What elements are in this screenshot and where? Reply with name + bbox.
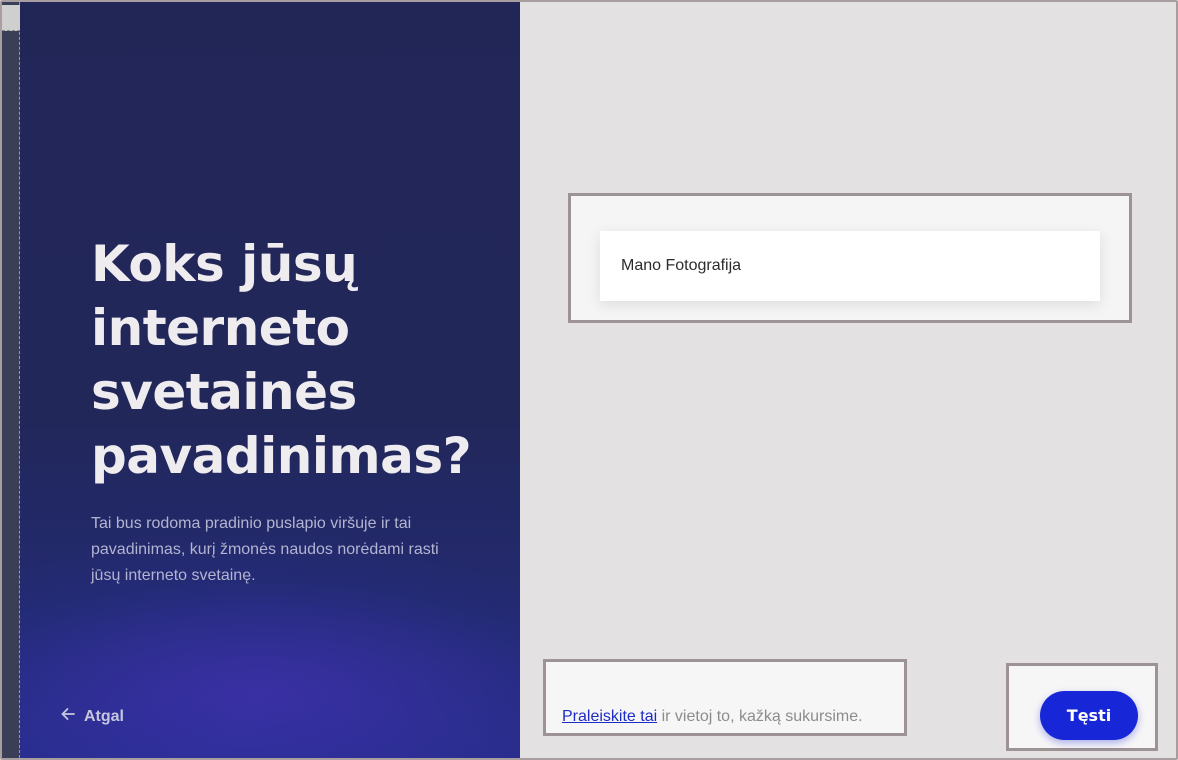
intro-panel: Koks jūsų interneto svetainės pavadinima… [20,2,520,758]
skip-rest-text: ir vietoj to, kažką sukursime. [657,708,863,725]
continue-container: Tęsti [1006,663,1158,751]
back-button[interactable]: Atgal [60,706,124,727]
skip-link[interactable]: Praleiskite tai [562,708,657,725]
site-name-input[interactable] [600,231,1100,301]
gutter-handle[interactable] [2,5,20,31]
page-subtitle: Tai bus rodoma pradinio puslapio viršuje… [91,515,439,584]
skip-text: Praleiskite tai ir vietoj to, kažką suku… [562,708,863,726]
arrow-left-icon [60,706,76,727]
page-title: Koks jūsų interneto svetainės pavadinima… [91,235,472,485]
skip-container: Praleiskite tai ir vietoj to, kažką suku… [543,659,907,736]
app-frame: Koks jūsų interneto svetainės pavadinima… [0,0,1178,760]
continue-button[interactable]: Tęsti [1040,691,1138,740]
back-label: Atgal [84,707,124,725]
left-gutter [2,2,20,758]
site-name-field-container [568,193,1132,323]
